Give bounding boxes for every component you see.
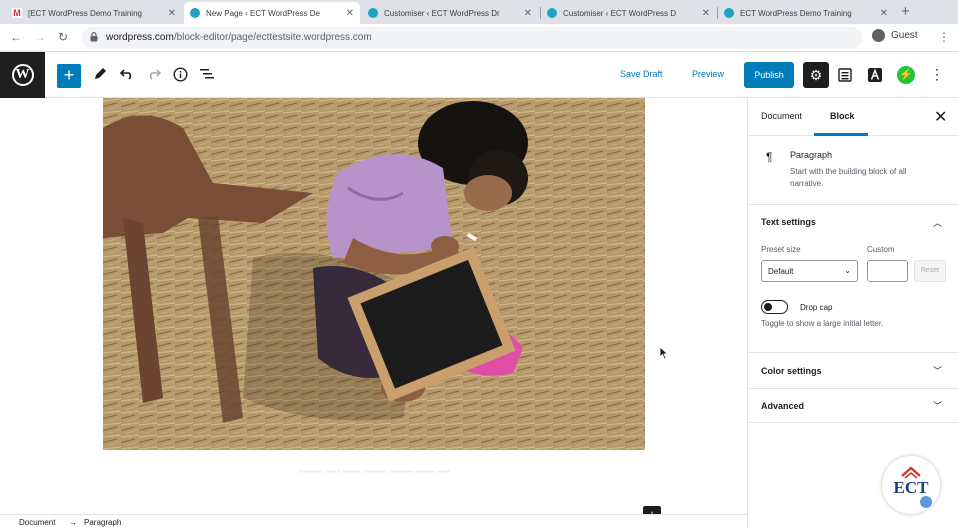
jetpack-icon[interactable]: ⚡ bbox=[897, 66, 915, 84]
forward-icon[interactable]: → bbox=[34, 30, 46, 44]
close-tab-icon[interactable]: ✕ bbox=[524, 8, 532, 19]
block-name: Paragraph bbox=[790, 150, 833, 160]
mouse-cursor-icon bbox=[659, 346, 669, 360]
image-caption[interactable]: ........... ....... ........ ...........… bbox=[103, 465, 645, 479]
gmail-icon: M bbox=[12, 8, 22, 18]
wordpress-logo-icon: W bbox=[11, 64, 34, 86]
wordpress-logo-button[interactable]: W bbox=[0, 52, 45, 98]
close-sidebar-icon[interactable]: ✕ bbox=[934, 107, 947, 127]
divider bbox=[748, 352, 958, 353]
close-tab-icon[interactable]: ✕ bbox=[346, 8, 354, 19]
block-breadcrumb: Document → Paragraph bbox=[0, 514, 747, 527]
outline-list-icon[interactable] bbox=[200, 68, 214, 80]
custom-size-label: Custom bbox=[867, 245, 895, 254]
add-block-button[interactable]: + bbox=[57, 64, 81, 88]
publish-button[interactable]: Publish bbox=[744, 62, 794, 88]
save-draft-button[interactable]: Save Draft bbox=[620, 69, 663, 79]
url-path: /block-editor/page/ecttestsite.wordpress… bbox=[173, 32, 372, 43]
breadcrumb-document[interactable]: Document bbox=[19, 518, 55, 527]
reset-button[interactable]: Reset bbox=[914, 260, 946, 282]
edit-pencil-icon[interactable] bbox=[93, 67, 107, 81]
profile-label: Guest bbox=[891, 30, 918, 41]
close-tab-icon[interactable]: ✕ bbox=[702, 8, 710, 19]
drop-cap-toggle[interactable] bbox=[761, 300, 788, 314]
chevron-down-icon: ⌄ bbox=[844, 266, 851, 275]
browser-menu-icon[interactable]: ⋮ bbox=[938, 30, 950, 44]
block-description: Start with the building block of all nar… bbox=[790, 167, 907, 188]
ect-logo-text: ECT bbox=[893, 478, 929, 497]
drop-cap-label: Drop cap bbox=[800, 303, 833, 312]
tab-gmail[interactable]: M [ECT WordPress Demo Training ✕ bbox=[6, 2, 182, 24]
address-bar[interactable]: wordpress.com/block-editor/page/ecttests… bbox=[82, 27, 862, 49]
divider bbox=[748, 422, 958, 423]
block-navigation-icon[interactable] bbox=[838, 68, 852, 82]
chevron-down-icon[interactable]: ﹀ bbox=[933, 364, 942, 377]
tab-customiser-1[interactable]: Customiser ‹ ECT WordPress Dr ✕ bbox=[362, 2, 538, 24]
tab-block[interactable]: Block bbox=[830, 111, 855, 121]
breadcrumb-paragraph[interactable]: Paragraph bbox=[84, 518, 121, 527]
close-tab-icon[interactable]: ✕ bbox=[168, 8, 176, 19]
preset-size-select[interactable]: Default ⌄ bbox=[761, 260, 858, 282]
preset-size-value: Default bbox=[768, 267, 794, 276]
preset-size-label: Preset size bbox=[761, 245, 801, 254]
editor-header: W + Save Draft Preview Publish ⚙ ⚡ ⋮ bbox=[0, 52, 958, 98]
reload-icon[interactable]: ↻ bbox=[58, 30, 68, 44]
more-options-icon[interactable]: ⋮ bbox=[930, 66, 944, 83]
back-icon[interactable]: ← bbox=[10, 30, 22, 44]
info-icon[interactable] bbox=[173, 67, 188, 82]
redo-icon[interactable] bbox=[147, 68, 161, 80]
girl-writing-photo bbox=[103, 98, 645, 450]
wordpress-icon bbox=[547, 8, 557, 18]
tab-title: ECT WordPress Demo Training bbox=[740, 8, 852, 18]
chevron-up-icon[interactable]: ︿ bbox=[933, 216, 942, 229]
breadcrumb-separator: → bbox=[69, 518, 77, 527]
active-tab-indicator bbox=[814, 133, 868, 136]
drop-cap-help: Toggle to show a large initial letter. bbox=[761, 319, 884, 328]
screen: M [ECT WordPress Demo Training ✕ New Pag… bbox=[0, 0, 958, 527]
settings-gear-icon[interactable]: ⚙ bbox=[803, 62, 829, 88]
advanced-toggle[interactable]: Advanced bbox=[761, 401, 804, 411]
url-text: wordpress.com/block-editor/page/ecttests… bbox=[106, 32, 372, 43]
wordpress-icon bbox=[190, 8, 200, 18]
close-tab-icon[interactable]: ✕ bbox=[880, 8, 888, 19]
preview-button[interactable]: Preview bbox=[692, 69, 724, 79]
sidebar-tabs: Document Block ✕ bbox=[748, 98, 958, 136]
tab-title: [ECT WordPress Demo Training bbox=[28, 8, 142, 18]
divider bbox=[748, 204, 958, 205]
browser-tab-strip: M [ECT WordPress Demo Training ✕ New Pag… bbox=[0, 0, 958, 24]
editor-canvas: ........... ....... ........ ...........… bbox=[0, 98, 747, 527]
ect-logo: ECT bbox=[882, 456, 940, 514]
browser-toolbar: ← → ↻ wordpress.com/block-editor/page/ec… bbox=[0, 24, 958, 52]
url-domain: wordpress.com bbox=[106, 32, 174, 43]
wordpress-icon bbox=[368, 8, 378, 18]
tab-customiser-2[interactable]: Customiser ‹ ECT WordPress D ✕ bbox=[541, 2, 716, 24]
divider bbox=[748, 388, 958, 389]
custom-size-input[interactable] bbox=[867, 260, 908, 282]
profile-avatar-icon bbox=[872, 29, 885, 42]
toggle-knob bbox=[764, 303, 772, 311]
undo-icon[interactable] bbox=[120, 68, 134, 80]
tab-document[interactable]: Document bbox=[761, 111, 802, 121]
tab-demo-training[interactable]: ECT WordPress Demo Training ✕ bbox=[718, 2, 894, 24]
typography-a-icon[interactable] bbox=[868, 68, 882, 82]
lock-icon bbox=[90, 32, 98, 42]
paragraph-icon: ¶ bbox=[766, 150, 773, 164]
tab-title: New Page ‹ ECT WordPress De bbox=[206, 8, 320, 18]
profile-button[interactable]: Guest bbox=[872, 29, 918, 42]
tab-title: Customiser ‹ ECT WordPress D bbox=[563, 8, 677, 18]
wordpress-icon bbox=[724, 8, 734, 18]
image-block[interactable] bbox=[103, 98, 645, 450]
color-settings-toggle[interactable]: Color settings bbox=[761, 366, 822, 376]
tab-title: Customiser ‹ ECT WordPress Dr bbox=[384, 8, 500, 18]
tab-new-page[interactable]: New Page ‹ ECT WordPress De ✕ bbox=[184, 2, 360, 24]
new-tab-button[interactable]: + bbox=[901, 3, 910, 20]
text-settings-toggle[interactable]: Text settings bbox=[761, 217, 816, 227]
chevron-down-icon[interactable]: ﹀ bbox=[933, 399, 942, 412]
